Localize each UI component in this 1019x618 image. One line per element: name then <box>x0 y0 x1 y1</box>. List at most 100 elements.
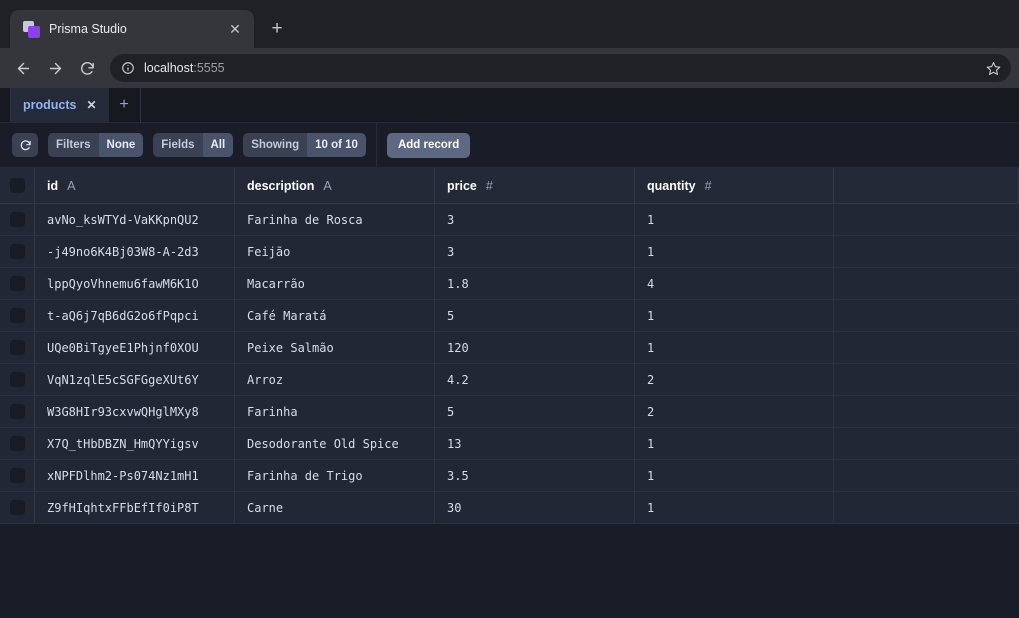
cell-quantity[interactable]: 1 <box>635 236 834 267</box>
cell-filler <box>834 268 1019 299</box>
cell-id[interactable]: t-aQ6j7qB6dG2o6fPqpci <box>35 300 235 331</box>
row-checkbox[interactable] <box>9 500 25 515</box>
add-record-button[interactable]: Add record <box>386 132 471 158</box>
row-select-cell[interactable] <box>0 204 35 235</box>
cell-quantity[interactable]: 1 <box>635 428 834 459</box>
cell-id[interactable]: VqN1zqlE5cSGFGgeXUt6Y <box>35 364 235 395</box>
cell-quantity[interactable]: 1 <box>635 332 834 363</box>
row-checkbox[interactable] <box>9 372 25 387</box>
cell-id[interactable]: xNPFDlhm2-Ps074Nz1mH1 <box>35 460 235 491</box>
table-row[interactable]: W3G8HIr93cxvwQHglMXy8 Farinha 5 2 <box>0 396 1019 428</box>
cell-id[interactable]: -j49no6K4Bj03W8-A-2d3 <box>35 236 235 267</box>
row-select-cell[interactable] <box>0 268 35 299</box>
row-select-cell[interactable] <box>0 300 35 331</box>
browser-tab-prisma-studio[interactable]: Prisma Studio ✕ <box>10 10 254 48</box>
address-bar[interactable]: localhost:5555 <box>110 54 1011 82</box>
row-checkbox[interactable] <box>9 276 25 291</box>
cell-description[interactable]: Macarrão <box>235 268 435 299</box>
table-row[interactable]: -j49no6K4Bj03W8-A-2d3 Feijão 3 1 <box>0 236 1019 268</box>
cell-description[interactable]: Café Maratá <box>235 300 435 331</box>
cell-filler <box>834 236 1019 267</box>
cell-price[interactable]: 120 <box>435 332 635 363</box>
filters-value: None <box>98 133 144 157</box>
filters-button[interactable]: Filters None <box>48 133 144 157</box>
table-row[interactable]: Z9fHIqhtxFFbEfIf0iP8T Carne 30 1 <box>0 492 1019 524</box>
studio-toolbar: Filters None Fields All Showing 10 of 10… <box>0 122 1019 168</box>
row-select-cell[interactable] <box>0 460 35 491</box>
cell-id[interactable]: lppQyoVhnemu6fawM6K1O <box>35 268 235 299</box>
cell-price[interactable]: 3.5 <box>435 460 635 491</box>
column-header-quantity[interactable]: quantity # <box>635 168 834 203</box>
cell-quantity[interactable]: 2 <box>635 396 834 427</box>
close-icon[interactable]: ✕ <box>224 18 246 40</box>
cell-price[interactable]: 3 <box>435 204 635 235</box>
cell-price[interactable]: 5 <box>435 300 635 331</box>
row-select-cell[interactable] <box>0 492 35 523</box>
cell-quantity[interactable]: 1 <box>635 300 834 331</box>
row-checkbox[interactable] <box>9 308 25 323</box>
cell-price[interactable]: 5 <box>435 396 635 427</box>
column-header-price[interactable]: price # <box>435 168 635 203</box>
cell-id[interactable]: UQe0BiTgyeE1Phjnf0XOU <box>35 332 235 363</box>
row-checkbox[interactable] <box>9 340 25 355</box>
cell-description[interactable]: Arroz <box>235 364 435 395</box>
table-row[interactable]: lppQyoVhnemu6fawM6K1O Macarrão 1.8 4 <box>0 268 1019 300</box>
row-select-cell[interactable] <box>0 236 35 267</box>
cell-price[interactable]: 3 <box>435 236 635 267</box>
row-checkbox[interactable] <box>9 212 25 227</box>
row-select-cell[interactable] <box>0 396 35 427</box>
column-header-description[interactable]: description A <box>235 168 435 203</box>
cell-price[interactable]: 1.8 <box>435 268 635 299</box>
cell-description[interactable]: Peixe Salmão <box>235 332 435 363</box>
fields-label: Fields <box>153 133 203 157</box>
site-info-icon[interactable] <box>121 61 135 75</box>
row-checkbox[interactable] <box>9 436 25 451</box>
cell-price[interactable]: 30 <box>435 492 635 523</box>
new-tab-button[interactable]: + <box>262 14 292 44</box>
back-icon[interactable] <box>8 53 38 83</box>
column-header-id[interactable]: id A <box>35 168 235 203</box>
cell-price[interactable]: 13 <box>435 428 635 459</box>
cell-id[interactable]: avNo_ksWTYd-VaKKpnQU2 <box>35 204 235 235</box>
table-row[interactable]: UQe0BiTgyeE1Phjnf0XOU Peixe Salmão 120 1 <box>0 332 1019 364</box>
cell-quantity[interactable]: 1 <box>635 492 834 523</box>
cell-description[interactable]: Farinha de Trigo <box>235 460 435 491</box>
select-all-checkbox[interactable] <box>9 178 25 193</box>
close-icon[interactable]: ✕ <box>86 98 96 112</box>
cell-description[interactable]: Farinha de Rosca <box>235 204 435 235</box>
cell-description[interactable]: Desodorante Old Spice <box>235 428 435 459</box>
select-all-cell[interactable] <box>0 168 35 203</box>
table-row[interactable]: avNo_ksWTYd-VaKKpnQU2 Farinha de Rosca 3 1 <box>0 204 1019 236</box>
add-model-tab-button[interactable]: + <box>109 88 140 122</box>
cell-quantity[interactable]: 2 <box>635 364 834 395</box>
cell-description[interactable]: Feijão <box>235 236 435 267</box>
studio-tab-products[interactable]: products ✕ <box>11 88 109 122</box>
cell-filler <box>834 204 1019 235</box>
row-select-cell[interactable] <box>0 364 35 395</box>
cell-id[interactable]: X7Q_tHbDBZN_HmQYYigsv <box>35 428 235 459</box>
cell-quantity[interactable]: 1 <box>635 204 834 235</box>
table-row[interactable]: X7Q_tHbDBZN_HmQYYigsv Desodorante Old Spi… <box>0 428 1019 460</box>
row-checkbox[interactable] <box>9 404 25 419</box>
row-select-cell[interactable] <box>0 428 35 459</box>
table-row[interactable]: t-aQ6j7qB6dG2o6fPqpci Café Maratá 5 1 <box>0 300 1019 332</box>
cell-quantity[interactable]: 4 <box>635 268 834 299</box>
refresh-button[interactable] <box>12 133 38 157</box>
cell-description[interactable]: Farinha <box>235 396 435 427</box>
fields-button[interactable]: Fields All <box>153 133 234 157</box>
showing-button[interactable]: Showing 10 of 10 <box>243 133 366 157</box>
bookmark-star-icon[interactable] <box>986 61 1001 76</box>
cell-quantity[interactable]: 1 <box>635 460 834 491</box>
cell-description[interactable]: Carne <box>235 492 435 523</box>
table-row[interactable]: VqN1zqlE5cSGFGgeXUt6Y Arroz 4.2 2 <box>0 364 1019 396</box>
row-checkbox[interactable] <box>9 468 25 483</box>
forward-icon[interactable] <box>40 53 70 83</box>
toolbar-divider <box>375 122 377 168</box>
row-select-cell[interactable] <box>0 332 35 363</box>
row-checkbox[interactable] <box>9 244 25 259</box>
table-row[interactable]: xNPFDlhm2-Ps074Nz1mH1 Farinha de Trigo 3.5… <box>0 460 1019 492</box>
cell-id[interactable]: W3G8HIr93cxvwQHglMXy8 <box>35 396 235 427</box>
reload-icon[interactable] <box>72 53 102 83</box>
cell-price[interactable]: 4.2 <box>435 364 635 395</box>
cell-id[interactable]: Z9fHIqhtxFFbEfIf0iP8T <box>35 492 235 523</box>
